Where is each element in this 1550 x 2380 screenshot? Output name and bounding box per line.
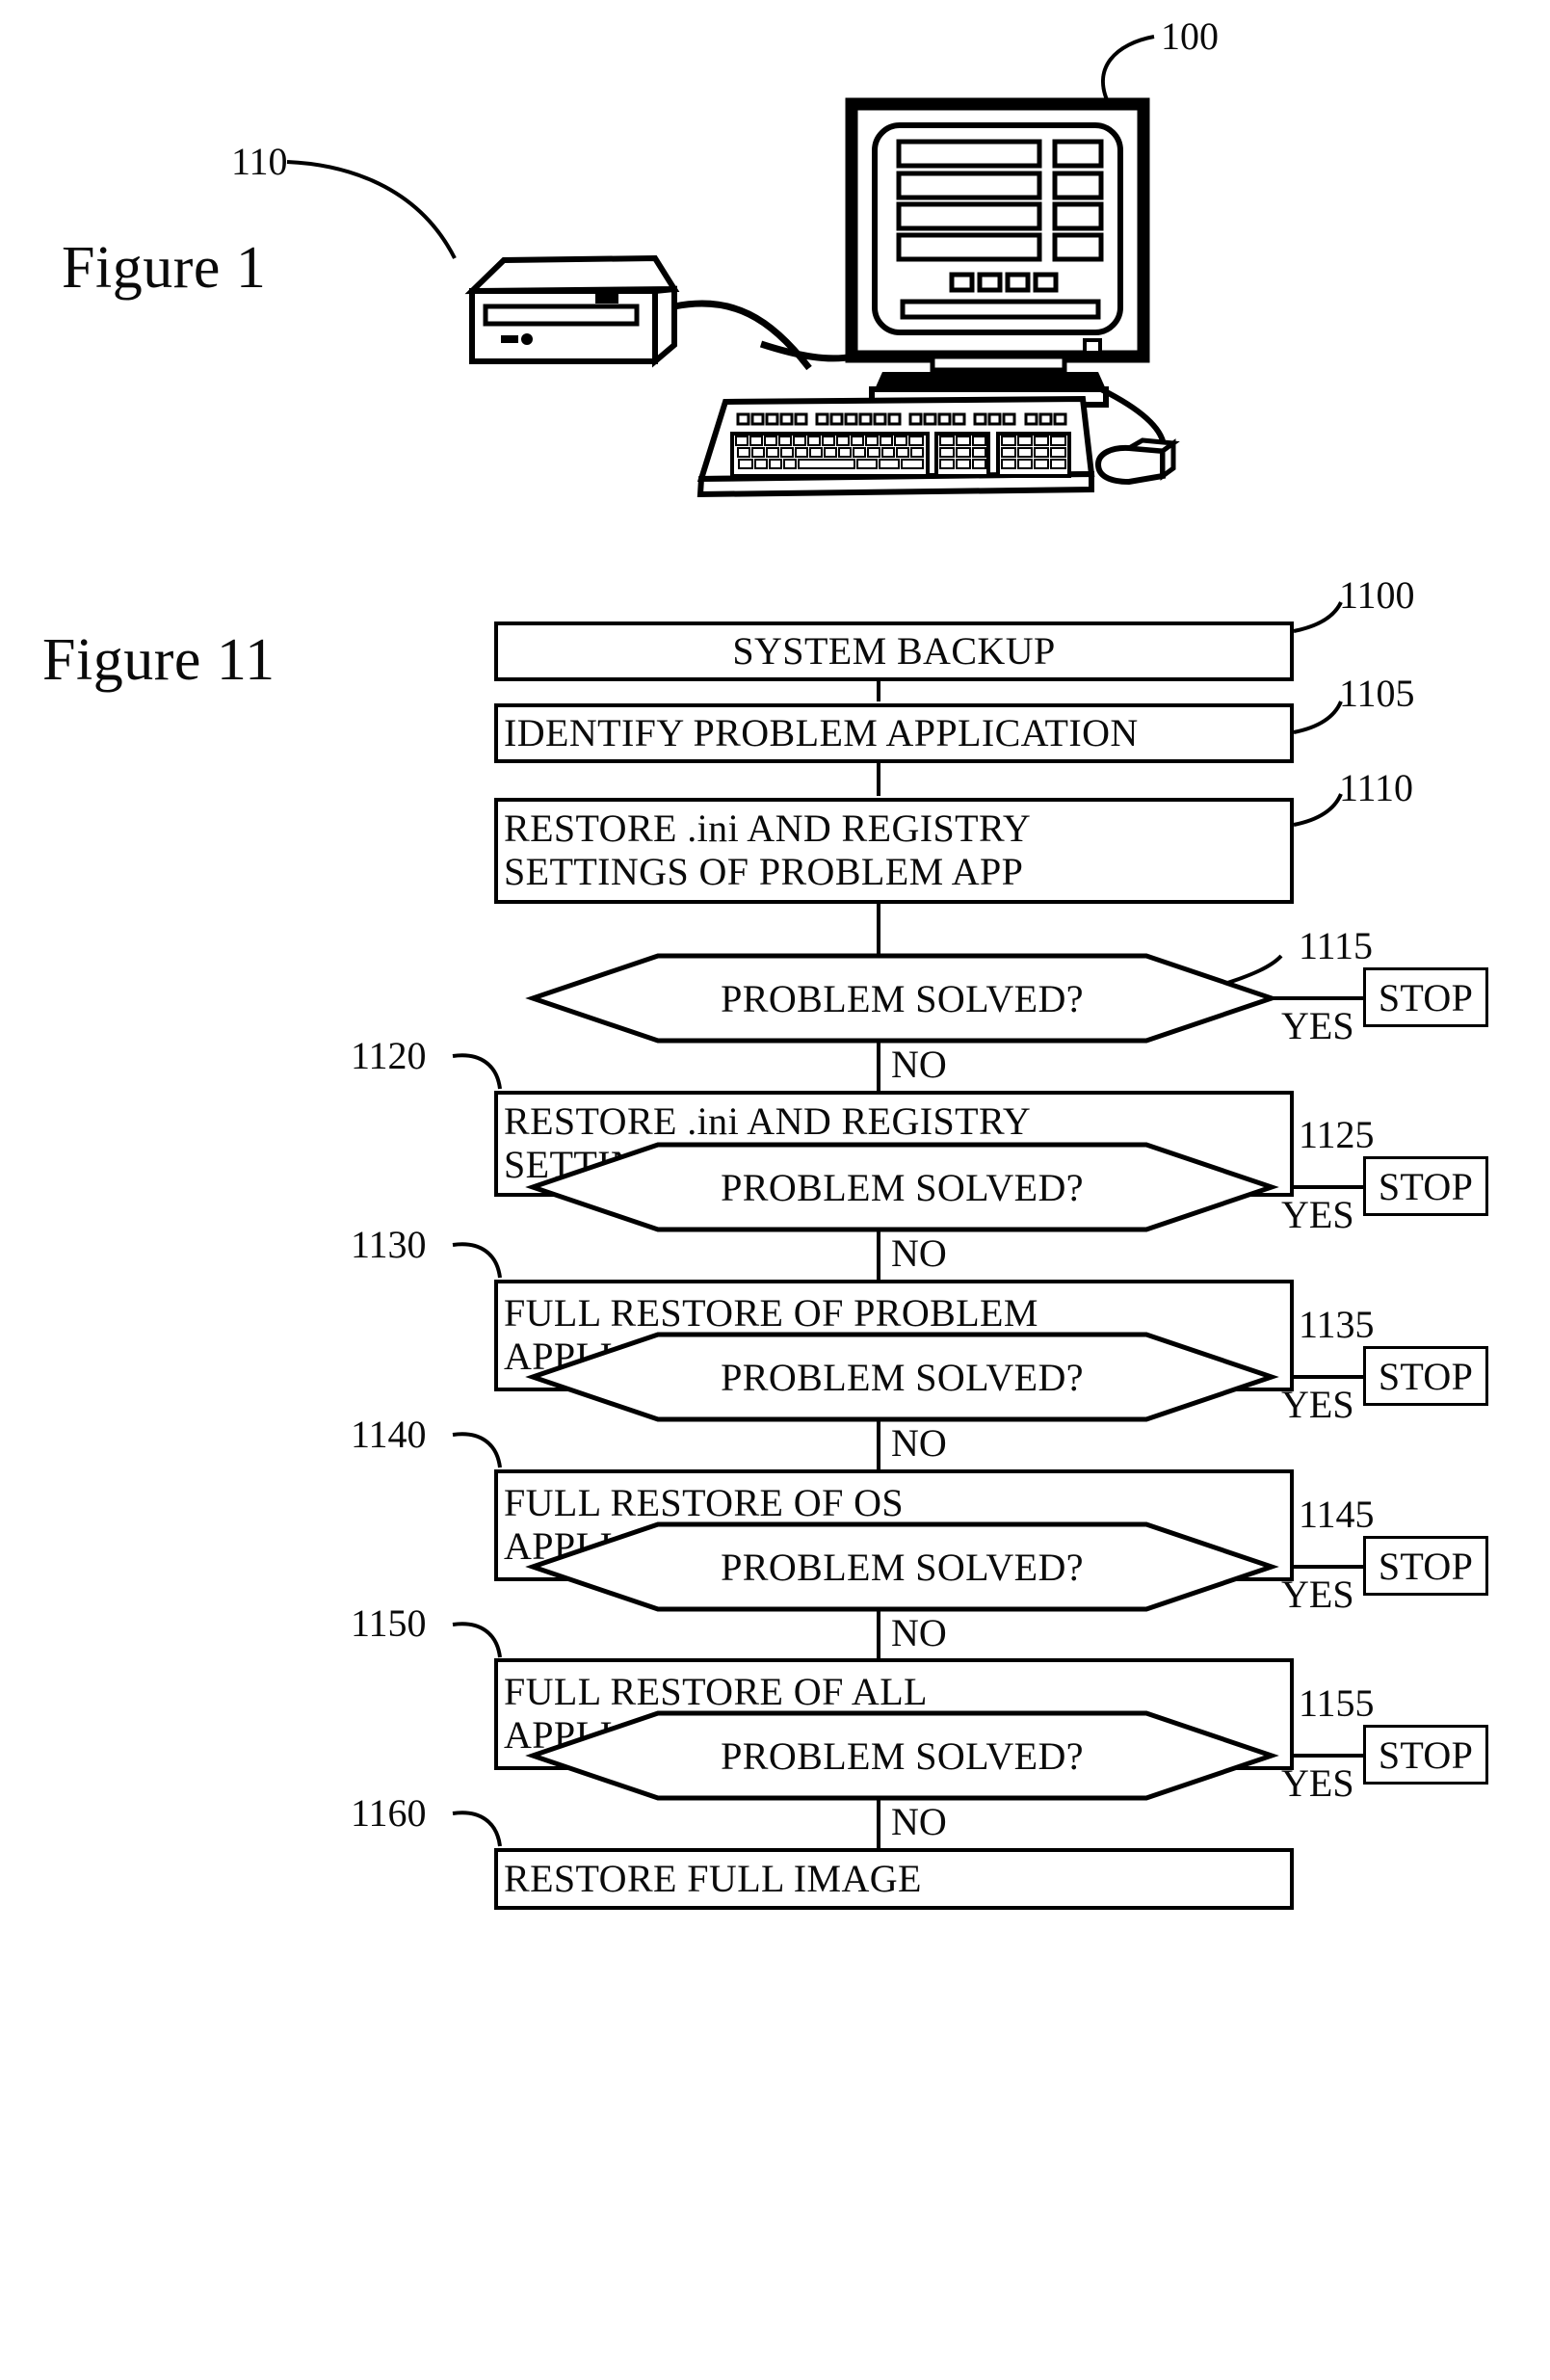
ref-number-100: 100 [1161, 14, 1219, 58]
decision-1155[interactable]: PROBLEM SOLVED? [525, 1710, 1279, 1801]
ref-number-1110: 1110 [1339, 766, 1414, 809]
ref-number-1100: 1100 [1339, 573, 1415, 617]
process-box-1110-line-2: SETTINGS OF PROBLEM APP [504, 850, 1024, 893]
process-box-1150-line-1: FULL RESTORE OF ALL [504, 1670, 928, 1714]
leader-line-1105 [1293, 701, 1343, 734]
ref-number-1125: 1125 [1299, 1113, 1375, 1156]
ref-number-1120: 1120 [351, 1034, 427, 1077]
stop-box-1125[interactable]: STOP [1363, 1156, 1488, 1216]
leader-line-1110 [1293, 793, 1343, 827]
mouse [1094, 437, 1180, 486]
ref-number-1115: 1115 [1299, 924, 1374, 967]
screen-side-buttons [1052, 139, 1104, 262]
branch-label-yes-1125: YES [1281, 1193, 1354, 1236]
leader-line-1120 [452, 1053, 502, 1090]
branch-label-no-1145: NO [891, 1611, 947, 1654]
leader-line-1150 [452, 1622, 502, 1658]
monitor [845, 97, 1150, 408]
branch-label-no-1115: NO [891, 1043, 947, 1086]
branch-label-no-1135: NO [891, 1421, 947, 1465]
decision-1145[interactable]: PROBLEM SOLVED? [525, 1521, 1279, 1612]
ref-number-1105: 1105 [1339, 672, 1415, 715]
mouse-cable [1099, 386, 1168, 469]
leader-line-1130 [452, 1242, 502, 1279]
process-box-1160-line-1: RESTORE FULL IMAGE [504, 1856, 922, 1900]
ref-number-1135: 1135 [1299, 1303, 1375, 1346]
process-box-1130-line-1: FULL RESTORE OF PROBLEM [504, 1291, 1038, 1335]
process-box-1100-line-1: SYSTEM BACKUP [732, 628, 1056, 673]
ref-number-1160: 1160 [351, 1791, 427, 1835]
decision-1125[interactable]: PROBLEM SOLVED? [525, 1142, 1279, 1232]
base-unit [464, 254, 680, 368]
stop-box-1135[interactable]: STOP [1363, 1346, 1488, 1406]
screen-rows [896, 139, 1042, 262]
decision-1135-label: PROBLEM SOLVED? [721, 1355, 1084, 1399]
branch-label-no-1155: NO [891, 1800, 947, 1843]
leader-line-1140 [452, 1432, 502, 1468]
leader-line-110 [286, 160, 457, 259]
ref-number-1130: 1130 [351, 1223, 427, 1266]
decision-1125-label: PROBLEM SOLVED? [721, 1165, 1084, 1209]
cable-base-to-monitor [673, 300, 812, 371]
ref-number-1145: 1145 [1299, 1493, 1375, 1536]
leader-line-1100 [1293, 601, 1343, 633]
ref-number-1140: 1140 [351, 1413, 427, 1456]
figure-1-caption: Figure 1 [62, 235, 267, 301]
process-box-1160[interactable]: RESTORE FULL IMAGE [494, 1848, 1294, 1910]
process-box-1110[interactable]: RESTORE .ini AND REGISTRY SETTINGS OF PR… [494, 798, 1294, 904]
figure-11-caption: Figure 11 [42, 627, 276, 693]
screen-small-squares [949, 272, 1059, 293]
cable-segment [759, 340, 854, 362]
process-box-1105[interactable]: IDENTIFY PROBLEM APPLICATION [494, 703, 1294, 763]
stop-box-1145[interactable]: STOP [1363, 1536, 1488, 1596]
process-box-1140-line-1: FULL RESTORE OF OS [504, 1481, 905, 1525]
stop-box-1155[interactable]: STOP [1363, 1725, 1488, 1785]
monitor-power-indicator [1083, 338, 1102, 355]
stop-box-1115[interactable]: STOP [1363, 967, 1488, 1027]
decision-1155-label: PROBLEM SOLVED? [721, 1733, 1084, 1778]
ref-number-1155: 1155 [1299, 1681, 1375, 1725]
decision-1145-label: PROBLEM SOLVED? [721, 1545, 1084, 1589]
ref-number-110: 110 [231, 140, 288, 183]
process-box-1120-line-1: RESTORE .ini AND REGISTRY [504, 1099, 1032, 1144]
branch-label-yes-1115: YES [1281, 1004, 1354, 1047]
leader-line-100 [1100, 35, 1155, 109]
keyboard [696, 395, 1095, 498]
branch-label-yes-1145: YES [1281, 1573, 1354, 1616]
decision-1115-label: PROBLEM SOLVED? [721, 976, 1084, 1020]
branch-label-yes-1155: YES [1281, 1761, 1354, 1805]
process-box-1105-line-1: IDENTIFY PROBLEM APPLICATION [504, 710, 1139, 754]
branch-label-yes-1135: YES [1281, 1383, 1354, 1426]
ref-number-1150: 1150 [351, 1601, 427, 1645]
patent-figure-sheet: Figure 1 110 100 Figure 11 SYSTEM BACKUP… [0, 0, 1550, 2380]
leader-line-1160 [452, 1811, 502, 1847]
screen-status-bar [900, 299, 1101, 320]
decision-1115[interactable]: PROBLEM SOLVED? [525, 953, 1279, 1044]
decision-1135[interactable]: PROBLEM SOLVED? [525, 1332, 1279, 1422]
process-box-1100[interactable]: SYSTEM BACKUP [494, 621, 1294, 681]
branch-label-no-1125: NO [891, 1231, 947, 1275]
process-box-1110-line-1: RESTORE .ini AND REGISTRY [504, 807, 1032, 851]
